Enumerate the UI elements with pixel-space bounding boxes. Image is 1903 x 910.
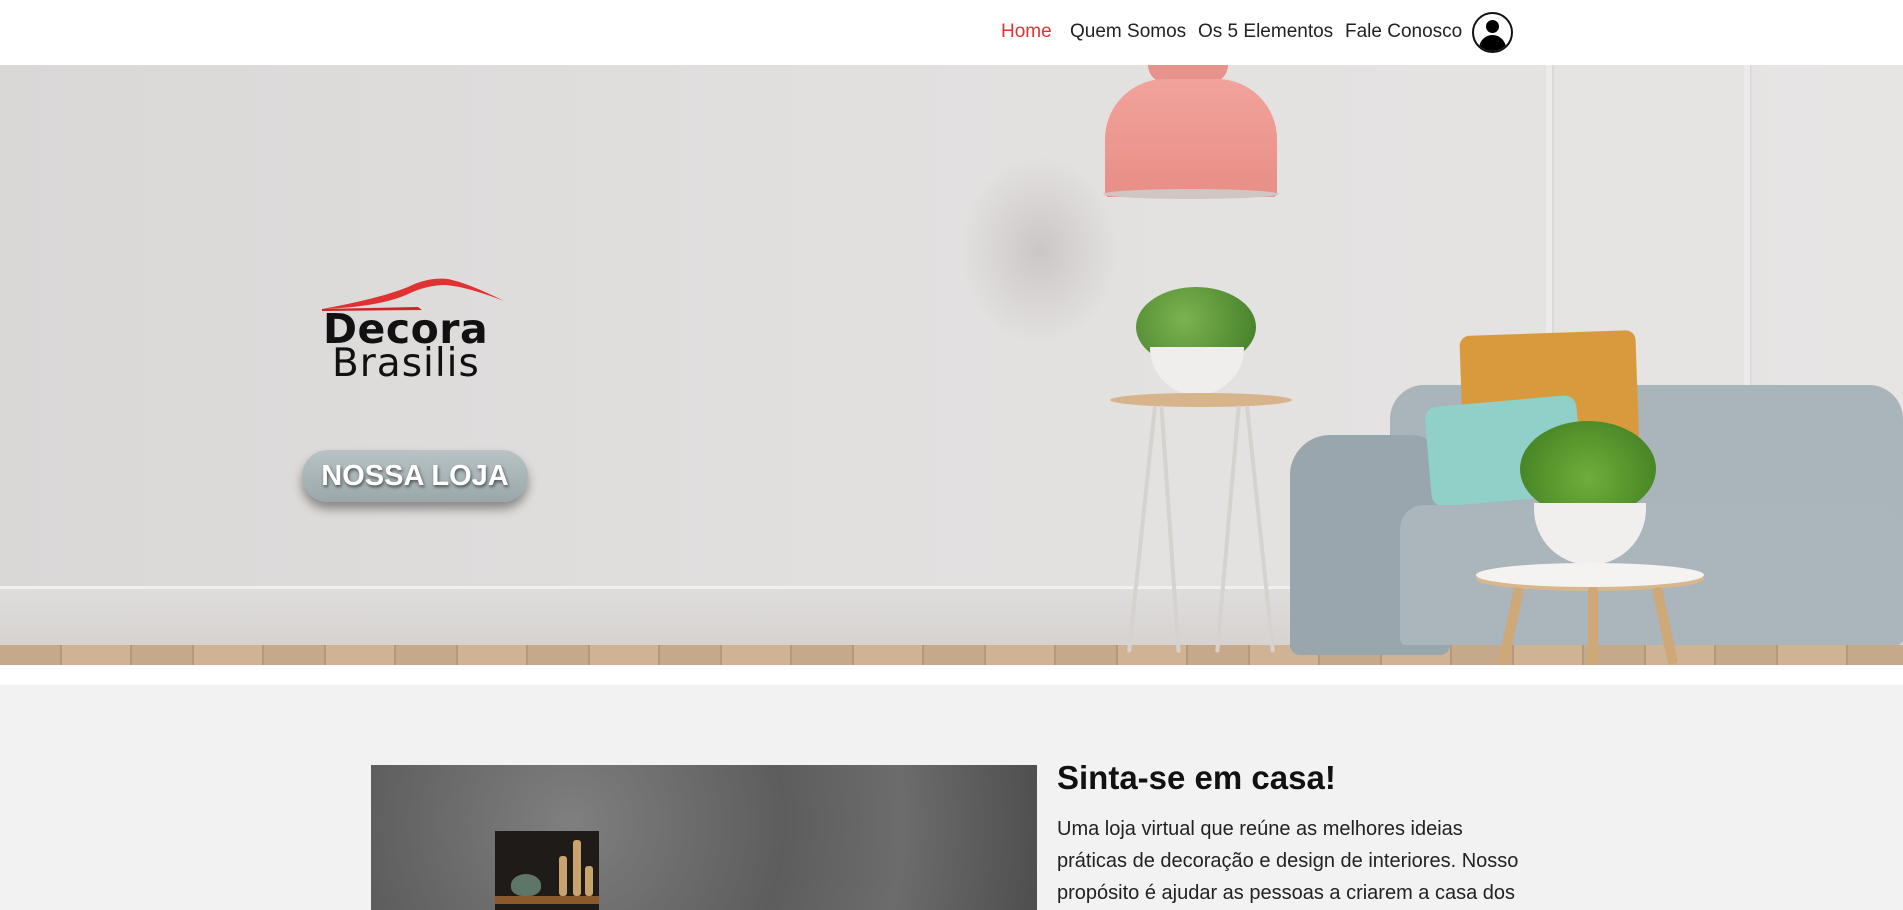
wooden-shelf: [495, 896, 599, 904]
vase: [559, 856, 567, 896]
hero-banner: Decora Brasilis NOSSA LOJA: [0, 65, 1903, 665]
site-logo[interactable]: Decora Brasilis: [318, 263, 508, 386]
nav-fale-conosco-link[interactable]: Fale Conosco: [1345, 21, 1462, 43]
about-title: Sinta-se em casa!: [1057, 759, 1336, 796]
pendant-lamp: [1105, 79, 1277, 197]
wood-floor: [0, 645, 1903, 665]
bird-figurine: [511, 874, 541, 896]
about-section: Sinta-se em casa! Uma loja virtual que r…: [0, 685, 1903, 910]
nav-quem-somos-link[interactable]: Quem Somos: [1070, 21, 1186, 43]
top-navbar: Home Quem Somos Os 5 Elementos Fale Cono…: [0, 0, 1903, 65]
coffee-table-leg: [1588, 587, 1598, 665]
section-divider: [0, 665, 1903, 685]
side-table-top: [1110, 393, 1292, 407]
pendant-lamp-rim: [1103, 189, 1279, 199]
about-text: Uma loja virtual que reúne as melhores i…: [1057, 818, 1519, 904]
avatar-body: [1479, 35, 1506, 51]
user-account-icon[interactable]: [1472, 12, 1513, 53]
nav-5-elementos-link[interactable]: Os 5 Elementos: [1198, 21, 1333, 43]
avatar-head: [1486, 20, 1499, 33]
nav-home-link[interactable]: Home: [1001, 21, 1052, 43]
shop-button[interactable]: NOSSA LOJA: [302, 450, 528, 502]
coffee-table-top: [1476, 563, 1704, 587]
logo-line2: Brasilis: [332, 341, 480, 386]
wall-shadow: [960, 155, 1120, 345]
vase: [573, 840, 581, 896]
about-image: [371, 765, 1037, 910]
main-nav: Home Quem Somos Os 5 Elementos Fale Cono…: [0, 0, 1903, 65]
plant-pot: [1150, 347, 1244, 395]
vase: [585, 866, 593, 896]
